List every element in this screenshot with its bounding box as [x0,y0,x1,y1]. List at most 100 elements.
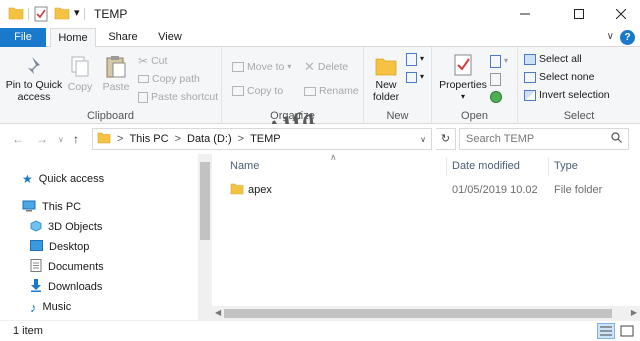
select-none-icon [524,71,536,83]
tab-home[interactable]: Home [50,28,96,48]
cut-button[interactable]: ✂ Cut [138,53,167,69]
delete-button[interactable]: ✕ Delete [304,59,348,75]
details-view-icon [600,326,612,336]
chevron-down-icon[interactable]: ∨ [607,31,614,42]
delete-icon: ✕ [304,59,315,74]
nav-item-downloads[interactable]: Downloads [30,278,102,296]
search-input[interactable]: Search TEMP [466,133,534,145]
rename-button[interactable]: Rename [304,83,359,99]
nav-item-3d-objects[interactable]: 3D Objects [30,218,102,236]
pin-label: Pin to Quick access [5,79,63,103]
copy-icon [71,56,89,77]
nav-item-this-pc[interactable]: This PC [22,198,81,216]
address-bar[interactable]: > This PC > Data (D:) > TEMP ∨ [92,128,432,150]
table-row[interactable]: apex 01/05/2019 10.02 File folder [230,180,620,200]
recent-locations-chevron-icon[interactable]: ∨ [58,135,64,144]
breadcrumb-separator[interactable]: > [238,133,244,145]
copy-path-button[interactable]: Copy path [138,71,200,87]
invert-selection-button[interactable]: Invert selection [524,87,610,103]
scroll-left-icon[interactable]: ◀ [215,306,221,320]
customize-quick-access-dropdown[interactable]: ▾ [74,6,80,22]
open-icon [490,54,501,68]
new-folder-button[interactable]: New folder [368,55,404,103]
invert-selection-label: Invert selection [539,89,610,101]
chevron-down-icon: ▾ [504,56,509,65]
open-button[interactable]: ▾ [490,53,508,69]
select-all-button[interactable]: Select all [524,51,582,67]
select-all-icon [524,53,536,65]
history-button[interactable] [490,89,502,105]
horizontal-scroll-thumb[interactable] [224,309,612,318]
select-all-label: Select all [539,53,582,65]
open-group-label: Open [461,110,488,122]
properties-quick-icon[interactable] [34,6,48,22]
documents-icon [30,259,42,275]
file-date-modified: 01/05/2019 10.02 [452,184,538,196]
status-bar: 1 item [0,320,640,341]
select-group-label: Select [563,110,595,122]
folder-icon [97,132,111,147]
back-arrow-icon[interactable]: ← [12,132,24,146]
help-icon[interactable]: ? [620,30,635,45]
maximize-button[interactable] [556,0,602,28]
minimize-icon [520,13,530,15]
breadcrumb-this-pc[interactable]: This PC [129,133,168,145]
close-button[interactable] [598,0,640,28]
properties-label: Properties [439,79,487,91]
clipboard-group: Pin to Quick access Copy Paste ✂ Cut Cop… [0,47,222,124]
tab-share[interactable]: Share [100,28,146,47]
minimize-button[interactable] [502,0,548,28]
properties-button[interactable]: Properties ▾ [438,53,488,103]
copy-button[interactable]: Copy [66,55,94,93]
breadcrumb-separator[interactable]: > [117,133,123,145]
select-none-label: Select none [539,71,595,83]
scroll-right-icon[interactable]: ▶ [631,306,637,320]
nav-item-quick-access[interactable]: ★ Quick access [22,170,104,188]
address-dropdown-icon[interactable]: ∨ [420,135,426,144]
edit-button[interactable] [490,71,501,87]
nav-3d-objects-label: 3D Objects [48,221,103,233]
nav-item-desktop[interactable]: Desktop [30,238,89,256]
breadcrumb-separator[interactable]: > [175,133,181,145]
search-box[interactable]: Search TEMP [459,128,629,150]
move-to-button[interactable]: Move to ▾ [232,59,291,75]
desktop-icon [30,240,43,254]
chevron-down-icon: ▾ [420,54,425,63]
breadcrumb-data-drive[interactable]: Data (D:) [187,133,232,145]
nav-pane-scrollbar[interactable] [198,154,212,320]
star-icon: ★ [22,172,33,186]
item-count: 1 item [13,325,43,337]
move-to-icon [232,62,244,72]
details-view-button[interactable] [597,323,615,339]
nav-item-music[interactable]: ♪ Music [30,298,71,316]
column-header-type[interactable]: Type [548,159,578,179]
easy-access-button[interactable]: ▾ [406,69,424,85]
file-name[interactable]: apex [248,184,452,196]
new-folder-quick-icon[interactable] [54,6,70,22]
column-header-name[interactable]: Name [224,159,259,179]
nav-item-documents[interactable]: Documents [30,258,104,276]
breadcrumb-temp[interactable]: TEMP [250,133,281,145]
divider [84,8,85,20]
file-type: File folder [554,184,603,196]
copy-to-button[interactable]: Copy to [232,83,283,99]
forward-arrow-icon[interactable]: → [36,132,48,146]
refresh-button[interactable]: ↻ [436,128,456,150]
new-item-button[interactable]: ▾ [406,51,424,67]
up-arrow-icon[interactable]: ↑ [73,132,79,146]
title-bar: ▾ TEMP [0,0,640,28]
new-group-label: New [386,110,409,122]
column-header-date-modified[interactable]: Date modified [446,159,520,179]
pin-to-quick-access-button[interactable]: Pin to Quick access [4,55,64,103]
sort-up-icon: ∧ [330,152,337,162]
organize-group-label: Organize [270,110,315,122]
paste-shortcut-button[interactable]: Paste shortcut [138,89,218,105]
nav-pane-scroll-thumb[interactable] [200,162,210,240]
paste-button[interactable]: Paste [100,55,132,93]
tab-view[interactable]: View [150,28,190,47]
ribbon: Pin to Quick access Copy Paste ✂ Cut Cop… [0,47,640,167]
large-icons-view-button[interactable] [618,323,636,339]
file-list-horizontal-scrollbar[interactable]: ◀ ▶ [212,306,640,320]
tab-file[interactable]: File [0,28,46,47]
select-none-button[interactable]: Select none [524,69,594,85]
